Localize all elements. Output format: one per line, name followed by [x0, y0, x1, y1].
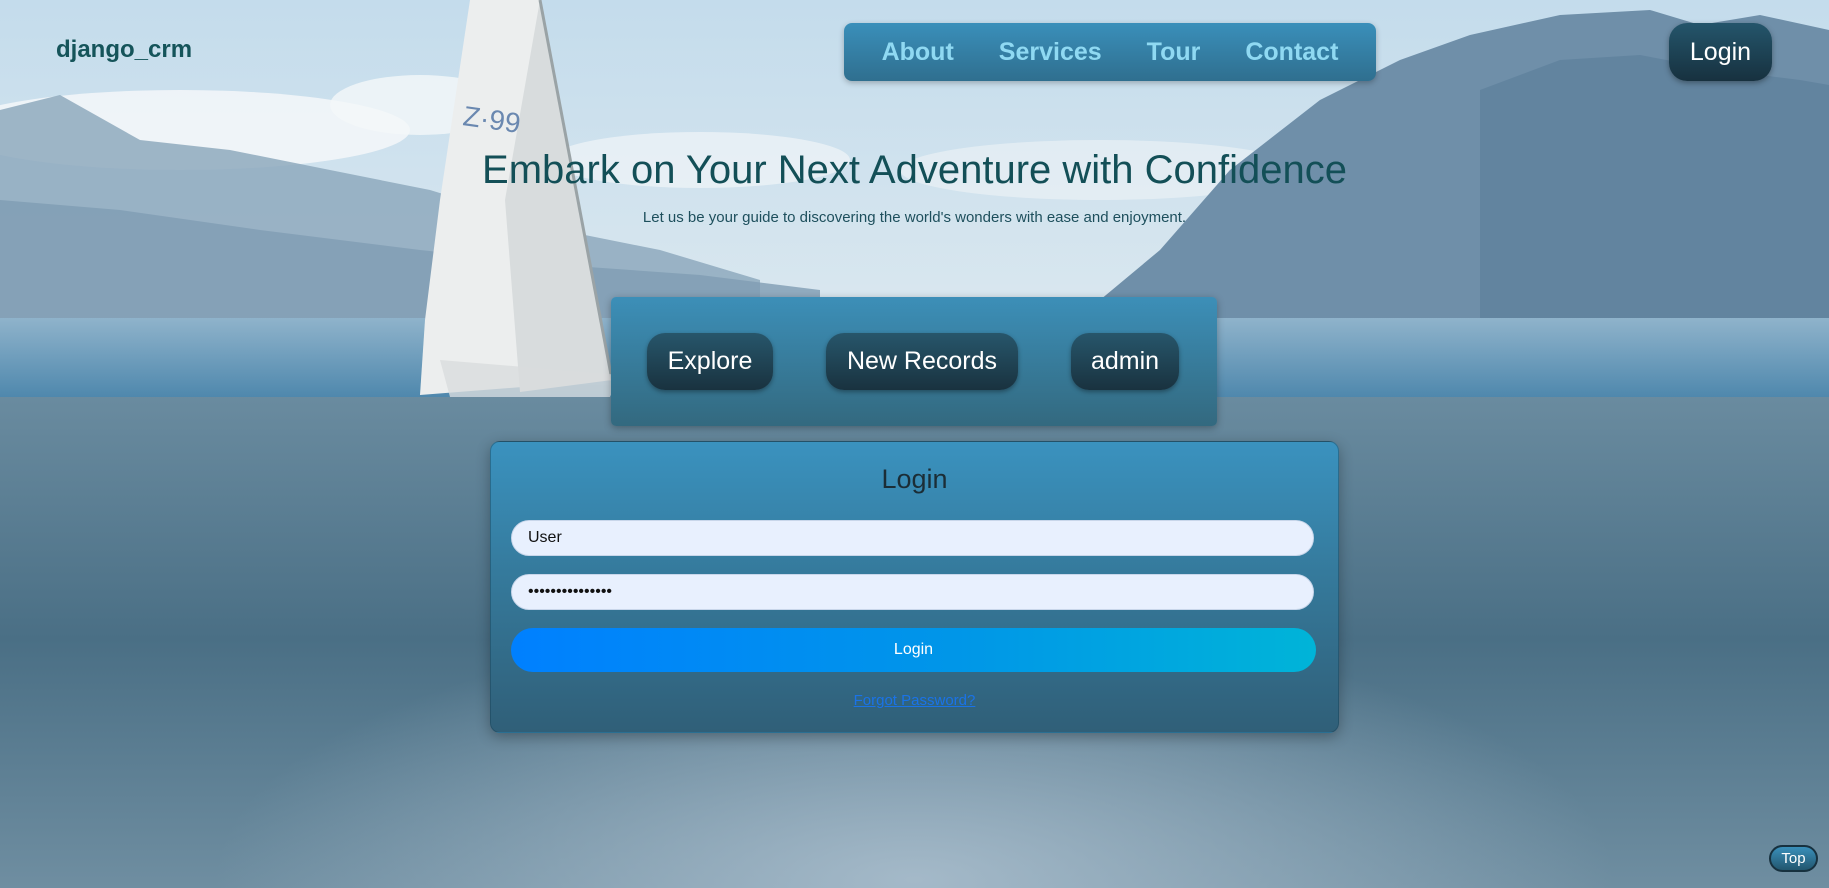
nav-link-contact[interactable]: Contact — [1245, 38, 1338, 67]
admin-button[interactable]: admin — [1071, 333, 1179, 390]
username-field[interactable] — [511, 520, 1314, 556]
explore-button[interactable]: Explore — [647, 333, 773, 390]
nav-link-tour[interactable]: Tour — [1147, 38, 1201, 67]
login-card: Login Login Forgot Password? — [490, 441, 1339, 733]
action-panel: Explore New Records admin — [611, 297, 1217, 426]
password-field[interactable] — [511, 574, 1314, 610]
nav-link-about[interactable]: About — [882, 38, 954, 67]
main-navbar: About Services Tour Contact — [844, 23, 1376, 81]
new-records-button[interactable]: New Records — [826, 333, 1018, 390]
login-submit-button[interactable]: Login — [511, 628, 1316, 672]
header-login-button[interactable]: Login — [1669, 23, 1772, 81]
forgot-password-link[interactable]: Forgot Password? — [491, 692, 1338, 709]
login-card-title: Login — [881, 464, 948, 494]
brand-logo[interactable]: django_crm — [56, 36, 192, 64]
nav-link-services[interactable]: Services — [999, 38, 1102, 67]
scroll-top-button[interactable]: Top — [1769, 845, 1818, 872]
hero-subtitle: Let us be your guide to discovering the … — [642, 209, 1187, 226]
hero-title: Embark on Your Next Adventure with Confi… — [482, 148, 1347, 192]
